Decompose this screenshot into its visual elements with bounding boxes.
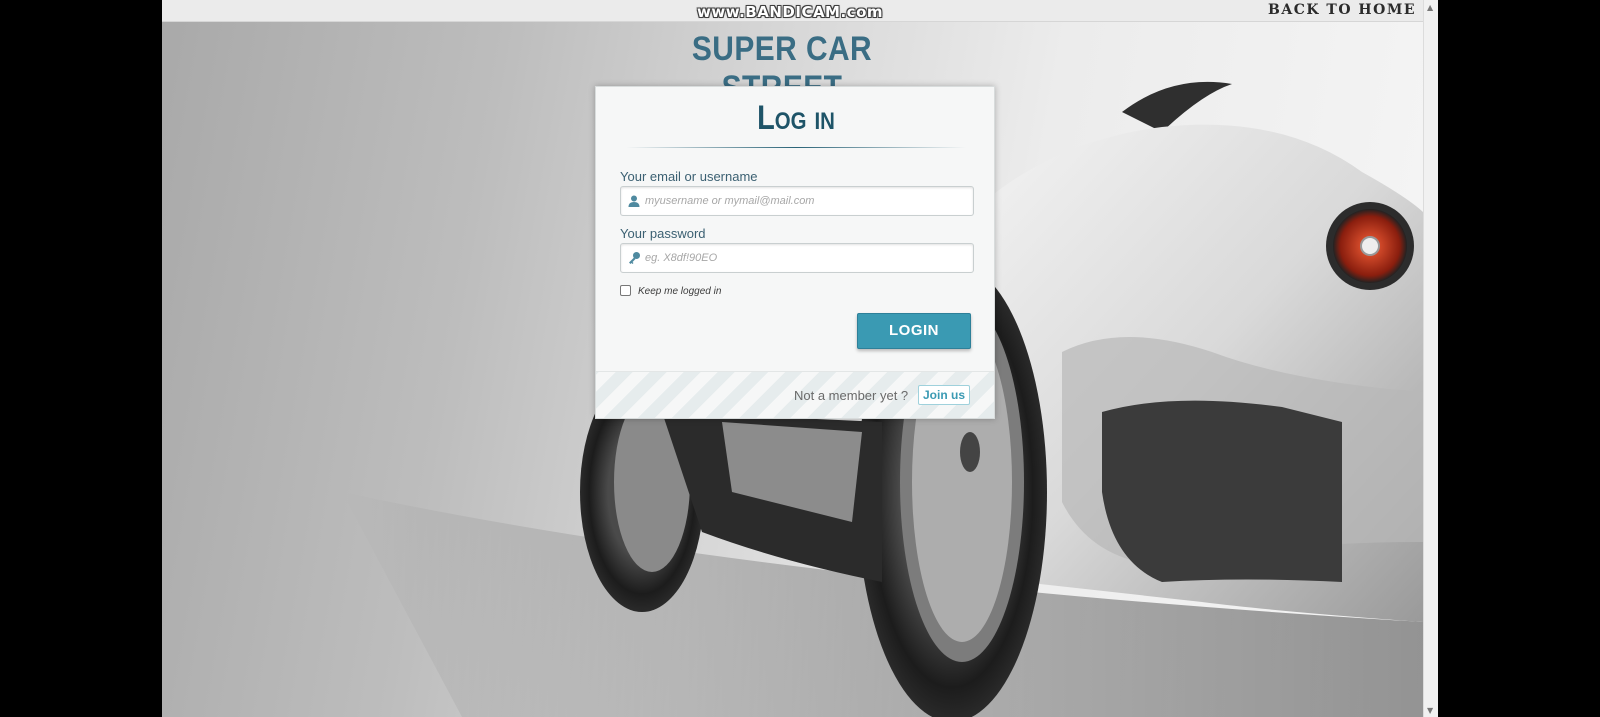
login-heading: Log in bbox=[757, 99, 835, 137]
back-to-home-link[interactable]: BACK TO HOME bbox=[1268, 2, 1416, 18]
username-input[interactable] bbox=[645, 187, 967, 215]
user-icon bbox=[628, 195, 640, 207]
recording-watermark: www.BANDICAM.com bbox=[697, 3, 884, 21]
heading-divider bbox=[626, 147, 966, 148]
scroll-up-arrow-icon[interactable]: ▲ bbox=[1427, 3, 1433, 12]
join-us-button[interactable]: Join us bbox=[918, 385, 970, 405]
keep-logged-in-label[interactable]: Keep me logged in bbox=[638, 286, 721, 297]
scroll-down-arrow-icon[interactable]: ▼ bbox=[1427, 706, 1433, 715]
username-label: Your email or username bbox=[620, 169, 758, 184]
login-card-footer: Not a member yet ? Join us bbox=[596, 371, 994, 418]
username-field-box bbox=[620, 186, 974, 216]
password-input[interactable] bbox=[645, 244, 967, 272]
login-card: Log in Your email or username Your passw… bbox=[595, 86, 995, 419]
key-icon bbox=[629, 252, 640, 264]
not-member-text: Not a member yet ? bbox=[794, 388, 909, 403]
password-field-box bbox=[620, 243, 974, 273]
vertical-scrollbar[interactable]: ▲ ▼ bbox=[1423, 0, 1438, 717]
keep-logged-in-checkbox[interactable] bbox=[620, 285, 631, 296]
password-label: Your password bbox=[620, 226, 706, 241]
login-button[interactable]: LOGIN bbox=[857, 313, 971, 349]
browser-viewport: www.BANDICAM.com BACK TO HOME SUPER CAR … bbox=[162, 0, 1438, 717]
